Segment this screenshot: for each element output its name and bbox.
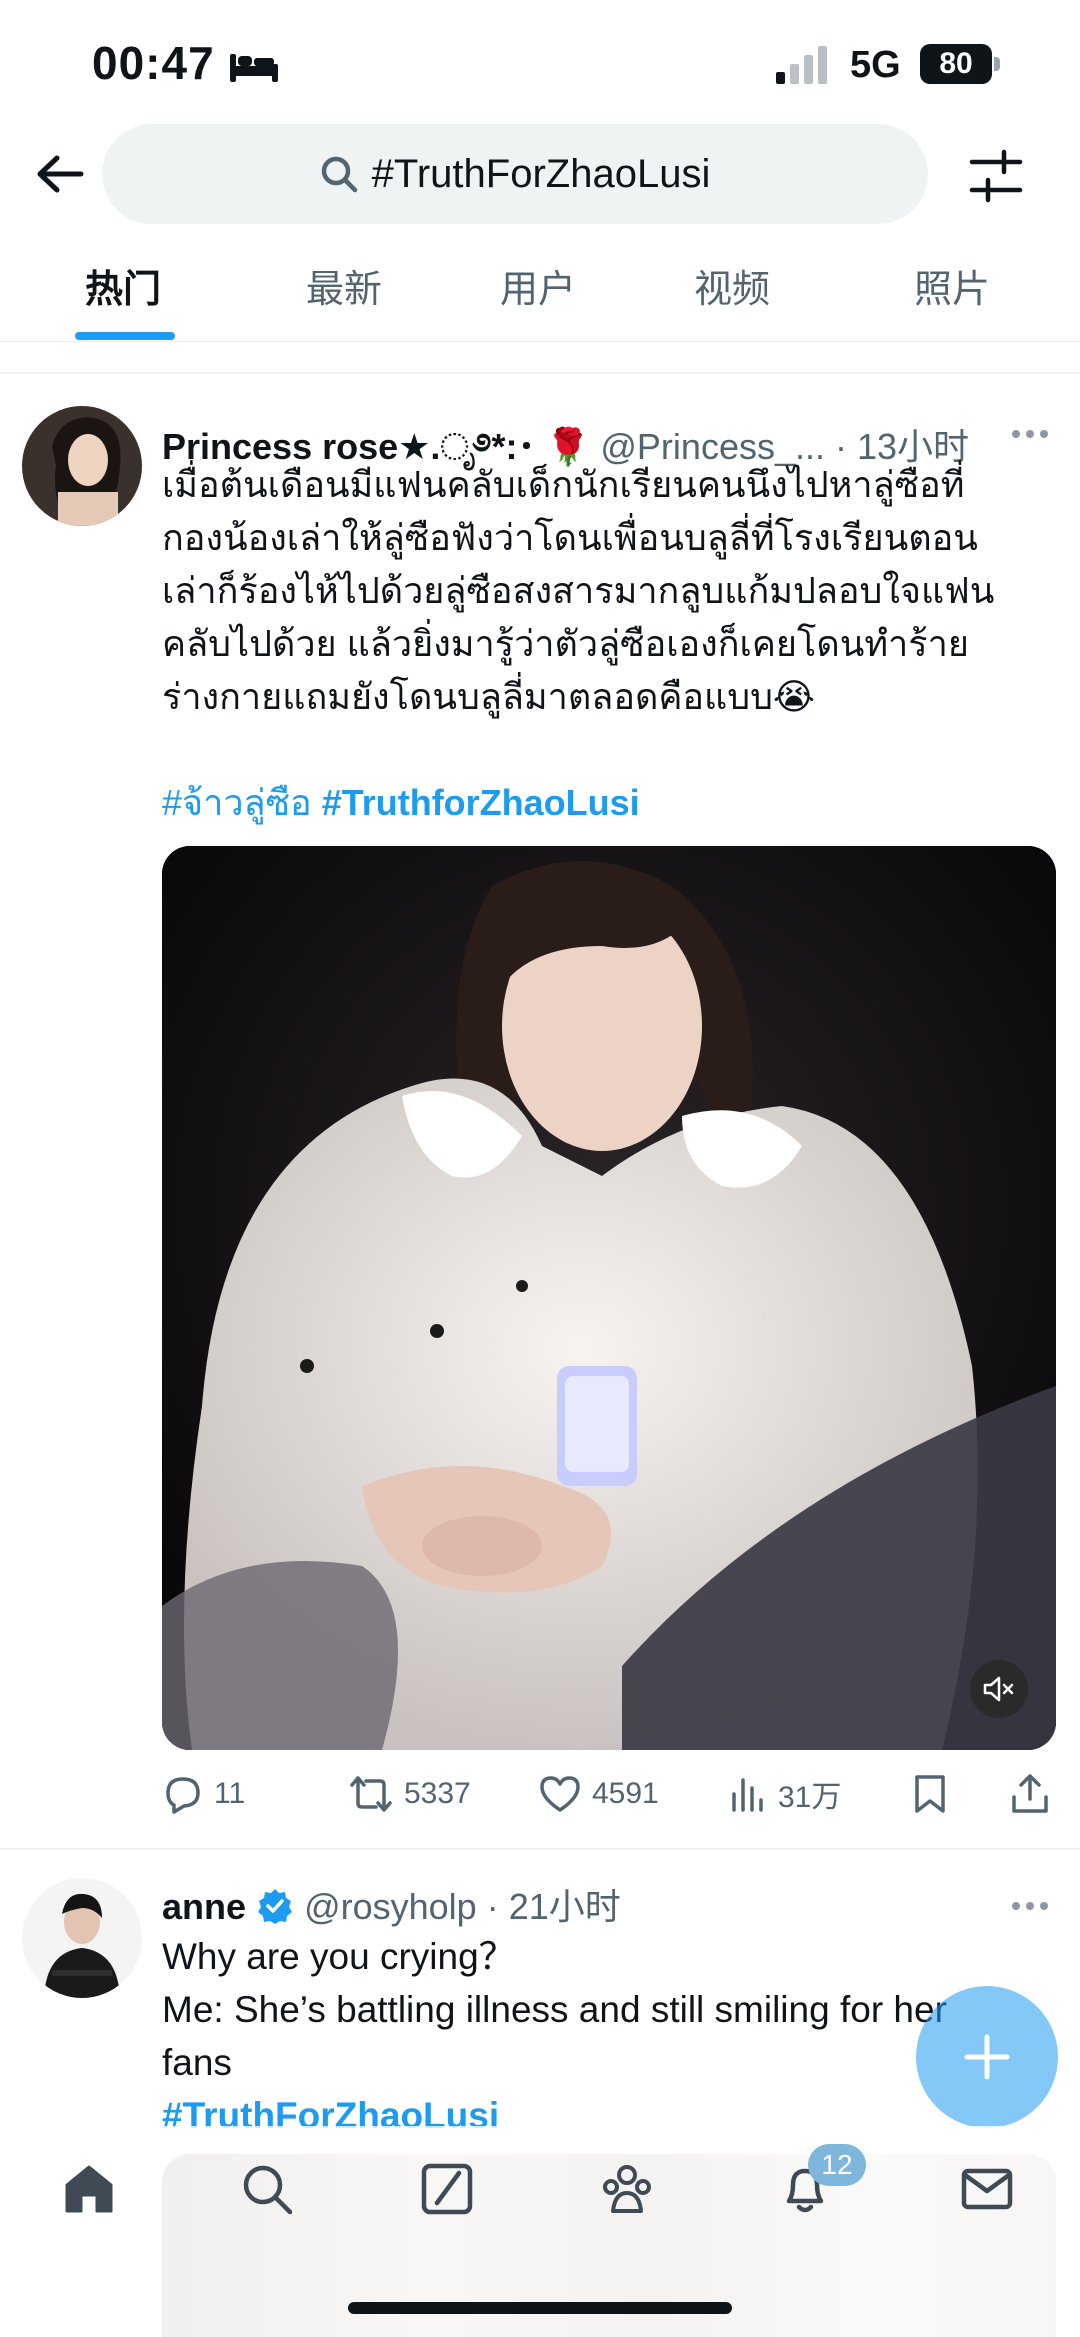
status-time: 00:47 — [92, 37, 215, 89]
compose-button[interactable] — [916, 1986, 1058, 2128]
post-text-line: Why are you crying？ — [162, 1936, 516, 1977]
like-count: 4591 — [592, 1777, 659, 1810]
search-tabs: 热门 最新 用户 视频 照片 — [0, 240, 1080, 342]
more-options-icon[interactable] — [1010, 1896, 1050, 1916]
hashtag-link[interactable]: #จ้าวลู่ซือ — [162, 782, 312, 823]
views-button[interactable]: 31万 — [728, 1764, 841, 1824]
tab-photos[interactable]: 照片 — [914, 258, 990, 313]
nav-search[interactable] — [232, 2154, 302, 2224]
tab-users[interactable]: 用户 — [500, 258, 576, 313]
like-button[interactable]: 4591 — [538, 1764, 659, 1824]
active-tab-indicator — [75, 332, 175, 340]
search-header: #TruthForZhaoLusi — [0, 120, 1080, 230]
search-input[interactable]: #TruthForZhaoLusi — [102, 124, 928, 224]
avatar[interactable] — [22, 1878, 142, 1998]
home-indicator — [348, 2302, 732, 2314]
post-body: เมื่อต้นเดือนมีแฟนคลับเด็กนักเรียนคนนึงไ… — [162, 458, 1062, 829]
mute-button[interactable] — [970, 1660, 1028, 1718]
post-text-line: เล่าก็ร้องไห้ไปด้วยลู่ซือสงสารมากลูบแก้ม… — [162, 570, 995, 611]
display-name[interactable]: anne — [162, 1886, 246, 1927]
cellular-signal-icon — [776, 46, 827, 84]
battery-indicator: 80 — [920, 44, 1000, 84]
search-filter-icon[interactable] — [968, 148, 1024, 204]
post-text-line: เมื่อต้นเดือนมีแฟนคลับเด็กนักเรียนคนนึงไ… — [162, 464, 965, 505]
back-arrow-icon — [37, 155, 84, 193]
reply-button[interactable]: 11 — [162, 1764, 245, 1824]
sleep-focus-icon — [230, 54, 278, 82]
battery-tip — [994, 57, 1000, 71]
avatar-image — [22, 1878, 142, 1998]
back-button[interactable] — [30, 144, 90, 204]
nav-home[interactable] — [54, 2154, 124, 2224]
home-icon — [65, 2165, 113, 2213]
post-header: anne @rosyholp · 21小时 — [162, 1878, 621, 1930]
post-text-line: กองน้องเล่าให้ลู่ซือฟังว่าโดนเพื่อนบลูลี… — [162, 517, 978, 558]
repost-count: 5337 — [404, 1777, 471, 1810]
hashtag-link[interactable]: #TruthforZhaoLusi — [322, 782, 640, 823]
more-options-icon[interactable] — [1010, 424, 1050, 444]
post-actions: 11 5337 4591 31万 — [162, 1764, 1062, 1824]
tab-videos[interactable]: 视频 — [694, 258, 770, 313]
search-query: #TruthForZhaoLusi — [371, 151, 711, 196]
plus-icon — [964, 2034, 1010, 2080]
post-text-line: ร่างกายแถมยังโดนบลูลี่มาตลอดคือแบบ😭 — [162, 676, 815, 717]
mail-icon — [961, 2168, 1013, 2210]
feed-divider — [0, 372, 1080, 374]
network-type: 5G — [850, 44, 901, 86]
post-separator — [0, 1848, 1080, 1850]
reply-icon — [166, 1777, 200, 1814]
battery-level: 80 — [920, 44, 992, 84]
tab-hot[interactable]: 热门 — [85, 258, 161, 313]
nav-grok[interactable] — [412, 2154, 482, 2224]
heart-icon — [540, 1776, 580, 1812]
reply-count: 11 — [214, 1777, 246, 1810]
avatar-image — [22, 406, 142, 526]
share-button[interactable] — [1010, 1764, 1060, 1824]
search-icon — [243, 2165, 293, 2215]
bookmark-icon — [915, 1775, 945, 1813]
verified-badge-icon — [258, 1889, 293, 1924]
handle[interactable]: @rosyholp — [304, 1886, 477, 1927]
post-text-line: คลับไปด้วย แล้วยิ่งมารู้ว่าตัวลู่ซือเองก… — [162, 623, 969, 664]
repost-button[interactable]: 5337 — [348, 1764, 471, 1824]
video-frame — [162, 846, 1056, 1750]
post-video[interactable] — [162, 846, 1056, 1750]
tab-latest[interactable]: 最新 — [306, 258, 382, 313]
repost-icon — [350, 1776, 392, 1812]
avatar[interactable] — [22, 406, 142, 526]
post-time: · 21小时 — [486, 1886, 621, 1927]
search-icon — [321, 156, 357, 193]
views-chart-icon — [732, 1778, 763, 1812]
bookmark-button[interactable] — [912, 1764, 958, 1824]
muted-speaker-icon — [983, 1676, 1014, 1702]
nav-messages[interactable] — [952, 2154, 1022, 2224]
status-bar: 00:47 5G 80 — [0, 0, 1080, 120]
notification-badge: 12 — [808, 2144, 866, 2186]
share-icon — [1012, 1774, 1048, 1813]
grok-icon — [421, 2163, 473, 2215]
communities-icon — [603, 2165, 651, 2213]
nav-communities[interactable] — [592, 2154, 662, 2224]
view-count: 31万 — [778, 1781, 842, 1814]
